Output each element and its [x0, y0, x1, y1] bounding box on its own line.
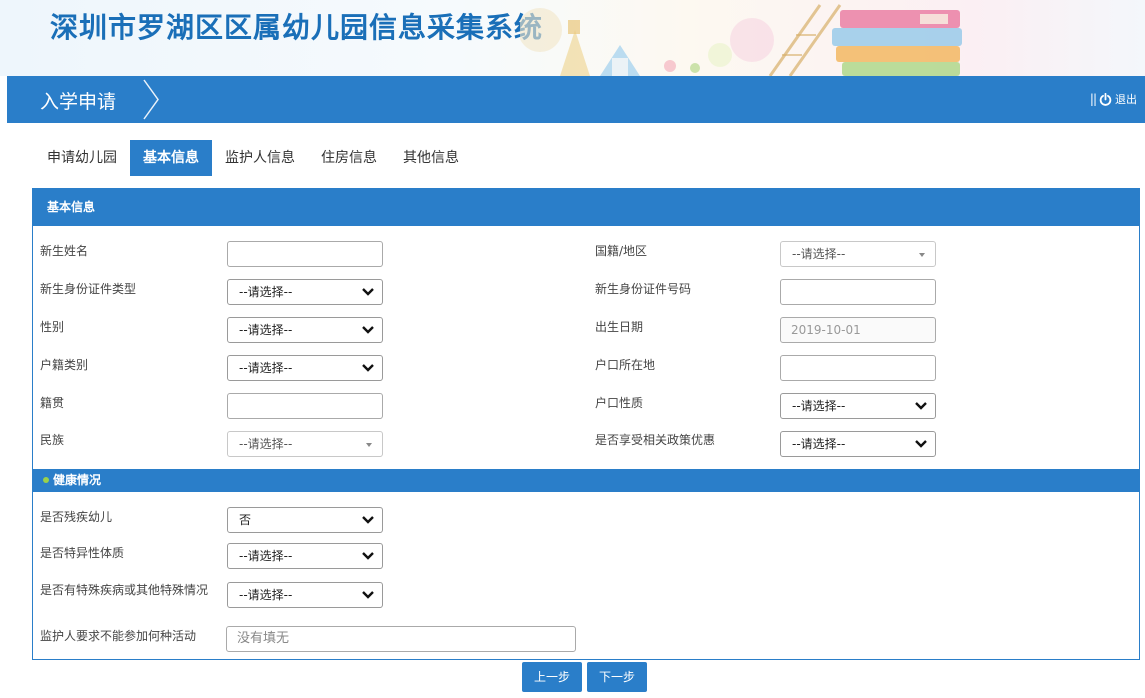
- child-name-input[interactable]: [227, 241, 383, 267]
- app-title: 深圳市罗湖区区属幼儿园信息采集系统: [50, 11, 544, 44]
- allergy-label: 是否特异性体质: [40, 546, 125, 560]
- nationality-value: --请选择--: [792, 247, 846, 261]
- hukou-nature-select[interactable]: --请选择--: [780, 393, 936, 419]
- ethnicity-value: --请选择--: [239, 437, 293, 451]
- tab-other-info[interactable]: 其他信息: [390, 140, 472, 176]
- special-condition-value: --请选择--: [239, 588, 293, 602]
- hukou-type-label: 户籍类别: [40, 358, 89, 372]
- bullet-icon: [43, 476, 49, 483]
- hukou-nature-label: 户口性质: [595, 396, 644, 410]
- id-number-input[interactable]: [780, 279, 936, 305]
- activity-restriction-input[interactable]: 没有填无: [226, 626, 576, 652]
- tab-housing-info[interactable]: 住房信息: [308, 140, 390, 176]
- birth-date-input[interactable]: 2019-10-01: [780, 317, 936, 343]
- id-type-value: --请选择--: [239, 285, 293, 299]
- banner-illustration: [520, 4, 962, 76]
- caret-down-icon: [919, 253, 925, 257]
- gender-value: --请选择--: [239, 323, 293, 337]
- birth-date-label: 出生日期: [595, 320, 644, 334]
- chevron-down-icon: [362, 288, 374, 296]
- step-tabs: 申请幼儿园 基本信息 监护人信息 住房信息 其他信息: [34, 140, 472, 176]
- tab-guardian-info[interactable]: 监护人信息: [212, 140, 308, 176]
- disabled-child-value: 否: [239, 513, 252, 527]
- id-number-label: 新生身份证件号码: [595, 282, 692, 296]
- page-title: 入学申请: [40, 91, 117, 113]
- activity-restriction-label: 监护人要求不能参加何种活动: [40, 629, 197, 643]
- next-step-button[interactable]: 下一步: [587, 662, 647, 692]
- child-name-label: 新生姓名: [40, 244, 89, 258]
- hukou-place-label: 户口所在地: [595, 358, 656, 372]
- native-place-input[interactable]: [227, 393, 383, 419]
- hukou-type-select[interactable]: --请选择--: [227, 355, 383, 381]
- chevron-down-icon: [362, 591, 374, 599]
- ethnicity-label: 民族: [40, 433, 65, 447]
- special-condition-select[interactable]: --请选择--: [227, 582, 383, 608]
- ethnicity-select[interactable]: --请选择--: [227, 431, 383, 457]
- allergy-select[interactable]: --请选择--: [227, 543, 383, 569]
- special-condition-label: 是否有特殊疾病或其他特殊情况: [40, 583, 209, 597]
- policy-value: --请选择--: [792, 437, 846, 451]
- chevron-down-icon: [362, 326, 374, 334]
- chevron-down-icon: [362, 516, 374, 524]
- gender-label: 性别: [40, 320, 65, 334]
- id-type-select[interactable]: --请选择--: [227, 279, 383, 305]
- header-banner: 深圳市罗湖区区属幼儿园信息采集系统: [0, 0, 1145, 76]
- native-place-label: 籍贯: [40, 396, 65, 410]
- chevron-down-icon: [915, 402, 927, 410]
- chevron-down-icon: [915, 440, 927, 448]
- prev-step-button[interactable]: 上一步: [522, 662, 582, 692]
- allergy-value: --请选择--: [239, 549, 293, 563]
- caret-down-icon: [366, 443, 372, 447]
- disabled-child-label: 是否残疾幼儿: [40, 510, 113, 524]
- chevron-down-icon: [362, 364, 374, 372]
- separator-bars: ||: [1089, 92, 1097, 106]
- tab-basic-info[interactable]: 基本信息: [130, 140, 212, 176]
- hukou-place-input[interactable]: [780, 355, 936, 381]
- logout-label: 退出: [1115, 93, 1137, 106]
- id-type-label: 新生身份证件类型: [40, 282, 137, 296]
- chevron-down-icon: [362, 552, 374, 560]
- section-heading-health: 健康情况: [33, 469, 1139, 492]
- health-heading-label: 健康情况: [53, 473, 102, 487]
- basic-info-panel: 基本信息 新生姓名 新生身份证件类型 --请选择-- 性别 --请选择-- 户籍…: [32, 188, 1140, 660]
- policy-label: 是否享受相关政策优惠: [595, 433, 716, 447]
- section-heading-basic: 基本信息: [33, 189, 1139, 226]
- logout-button[interactable]: || 退出: [1090, 91, 1137, 107]
- disabled-child-select[interactable]: 否: [227, 507, 383, 533]
- hukou-type-value: --请选择--: [239, 361, 293, 375]
- nationality-label: 国籍/地区: [595, 244, 648, 258]
- gender-select[interactable]: --请选择--: [227, 317, 383, 343]
- policy-select[interactable]: --请选择--: [780, 431, 936, 457]
- power-icon: [1099, 92, 1112, 106]
- breadcrumb-chevron-icon: [143, 79, 159, 120]
- nav-bar: 入学申请 || 退出: [7, 76, 1145, 123]
- hukou-nature-value: --请选择--: [792, 399, 846, 413]
- tab-apply-kindergarten[interactable]: 申请幼儿园: [34, 140, 130, 176]
- nationality-select[interactable]: --请选择--: [780, 241, 936, 267]
